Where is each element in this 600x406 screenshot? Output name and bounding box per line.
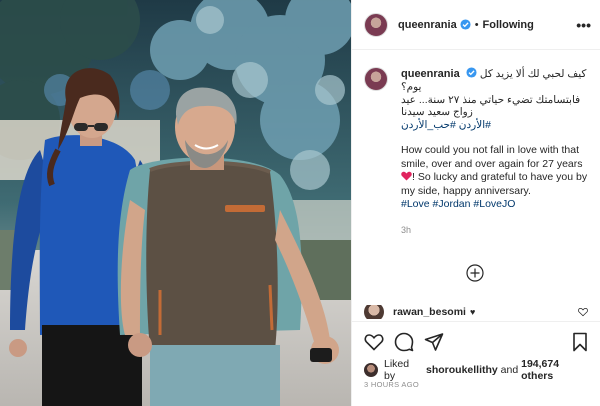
more-options-icon[interactable]: ••• bbox=[576, 17, 591, 33]
red-heart-emoji-icon bbox=[401, 171, 412, 181]
caption-english-part2: ! So lucky and grateful to have you by m… bbox=[401, 171, 588, 197]
verified-badge-icon bbox=[466, 67, 477, 78]
likes-connector: and bbox=[500, 364, 519, 376]
caption-english-hashtags[interactable]: #Love #Jordan #LoveJO bbox=[401, 198, 594, 212]
couple-photo-illustration bbox=[0, 0, 351, 406]
heart-icon[interactable] bbox=[364, 332, 384, 352]
post-header: queenrania • Following ••• bbox=[352, 0, 600, 50]
comment-icon[interactable] bbox=[394, 332, 414, 352]
caption-arabic-hashtags[interactable]: #الأردن #حب_الأردن bbox=[401, 119, 594, 132]
post-caption: queenrania كيف لحبي لك ألا يزيد كل يوم؟ … bbox=[364, 67, 594, 237]
liker-avatar[interactable] bbox=[364, 363, 378, 377]
comment-row: rawan_besomi ♥ bbox=[364, 305, 594, 319]
post-side-panel: queenrania • Following ••• queenrania كي… bbox=[351, 0, 600, 406]
action-icons-row bbox=[364, 332, 590, 352]
add-comments-icon[interactable] bbox=[466, 264, 484, 282]
author-avatar[interactable] bbox=[364, 12, 388, 37]
header-separator: • bbox=[474, 18, 479, 31]
commenter-username[interactable]: rawan_besomi bbox=[393, 306, 466, 318]
caption-arabic-line4: زواج سعيد سيدنا bbox=[401, 106, 473, 118]
commenter-avatar[interactable] bbox=[364, 305, 384, 319]
author-username[interactable]: queenrania bbox=[398, 19, 457, 31]
caption-arabic-line1: كيف لحبي لك ألا يزيد كل bbox=[479, 68, 587, 80]
following-button[interactable]: Following bbox=[483, 19, 534, 31]
likes-summary: Liked by shoroukellithy and 194,674 othe… bbox=[364, 358, 594, 382]
caption-avatar[interactable] bbox=[364, 67, 388, 91]
post-timestamp[interactable]: 3 HOURS AGO bbox=[364, 380, 419, 389]
likes-count[interactable]: 194,674 others bbox=[521, 358, 594, 382]
comment-text: ♥ bbox=[469, 307, 476, 317]
caption-username[interactable]: queenrania bbox=[401, 68, 460, 80]
likes-prefix: Liked by bbox=[384, 358, 410, 382]
caption-english-part1: How could you not fall in love with that… bbox=[401, 144, 583, 170]
caption-english-text: How could you not fall in love with that… bbox=[401, 144, 594, 212]
post-actions-section: Liked by shoroukellithy and 194,674 othe… bbox=[352, 321, 600, 406]
comment-like-heart-icon[interactable] bbox=[578, 307, 588, 317]
share-icon[interactable] bbox=[424, 332, 444, 352]
caption-arabic-line2: يوم؟ bbox=[401, 81, 422, 93]
caption-timestamp: 3h bbox=[401, 224, 412, 235]
post-photo[interactable] bbox=[0, 0, 351, 406]
liker-username[interactable]: shoroukellithy bbox=[426, 364, 498, 376]
caption-arabic-line3: فابتسامتك تضيء حياتي منذ ٢٧ سنة... عيد bbox=[401, 93, 581, 106]
bookmark-icon[interactable] bbox=[570, 332, 590, 352]
verified-badge-icon bbox=[460, 19, 471, 30]
